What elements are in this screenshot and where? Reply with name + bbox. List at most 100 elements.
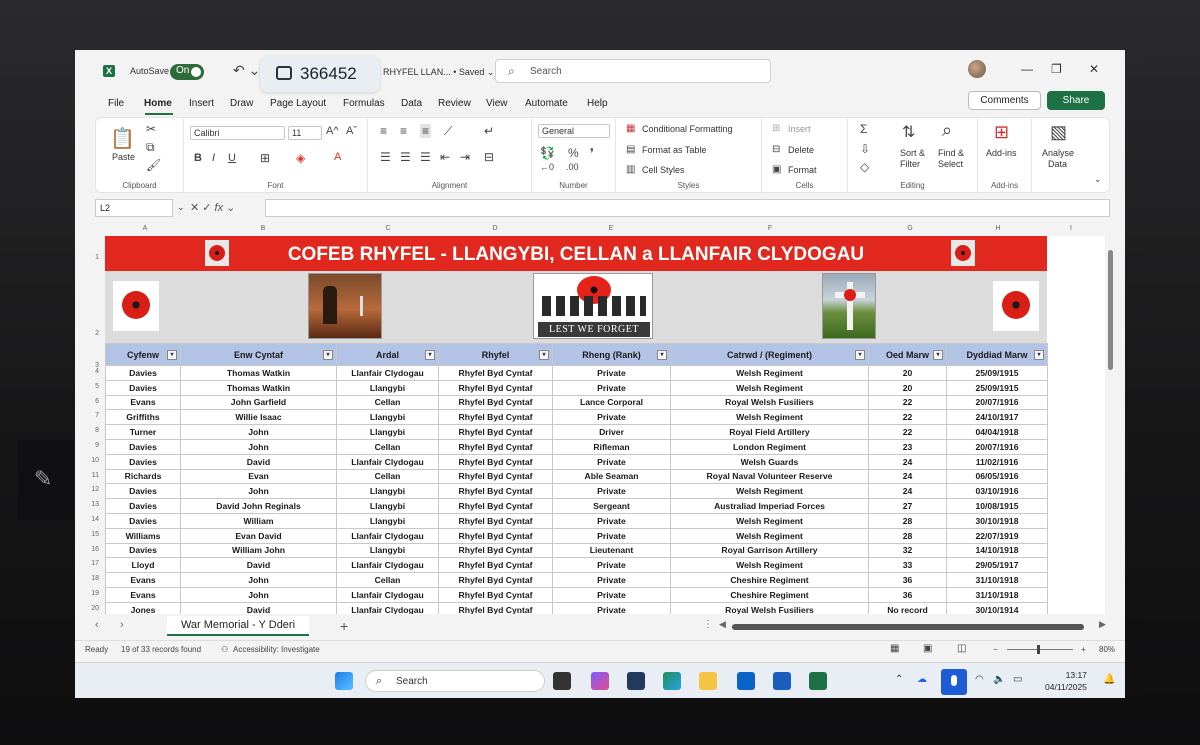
row-number[interactable]: 10	[79, 457, 99, 464]
table-cell[interactable]: Private	[552, 572, 671, 588]
table-cell[interactable]: Welsh Regiment	[670, 527, 869, 544]
system-clock[interactable]: 13:17 04/11/2025	[1045, 669, 1087, 693]
horizontal-scroll-thumb[interactable]	[732, 624, 1084, 630]
column-header-a[interactable]: A	[143, 225, 148, 232]
copy-icon[interactable]: ⧉	[146, 140, 155, 155]
column-header-cell[interactable]: Rhyfel ▾	[438, 343, 553, 366]
share-button[interactable]: Share	[1047, 91, 1105, 110]
bold-icon[interactable]: B	[194, 152, 202, 164]
table-cell[interactable]: Davies	[105, 483, 181, 500]
delete-cells-button[interactable]: Delete	[788, 145, 814, 155]
vertical-scrollbar[interactable]	[1107, 236, 1115, 614]
table-cell[interactable]: 24/10/1917	[946, 409, 1048, 426]
volume-icon[interactable]: 🔈	[993, 674, 1005, 685]
table-cell[interactable]: Private	[552, 409, 671, 426]
fill-icon[interactable]: ⇩	[860, 142, 870, 156]
table-cell[interactable]: 30/10/1914	[946, 601, 1048, 614]
table-cell[interactable]: 14/10/1918	[946, 542, 1048, 559]
task-view-icon[interactable]	[553, 672, 571, 690]
autosum-icon[interactable]: Σ	[860, 122, 867, 136]
table-cell[interactable]: 20/07/1916	[946, 438, 1048, 455]
table-cell[interactable]: Llanfair Clydogau	[336, 601, 439, 614]
table-cell[interactable]: 04/04/1918	[946, 424, 1048, 440]
microsoft-365-icon[interactable]	[591, 672, 609, 690]
orientation-icon[interactable]: ⟋	[444, 124, 452, 139]
table-cell[interactable]: Cellan	[336, 438, 439, 455]
column-header-e[interactable]: E	[609, 225, 614, 232]
table-cell[interactable]: Rhyfel Byd Cyntaf	[438, 365, 553, 381]
filter-dropdown-icon[interactable]: ▾	[657, 350, 667, 360]
table-cell[interactable]: Rifleman	[552, 438, 671, 455]
scroll-left-icon[interactable]: ◀	[719, 619, 726, 630]
table-cell[interactable]: Sergeant	[552, 498, 671, 514]
table-cell[interactable]: John	[180, 586, 337, 603]
undo-icon[interactable]: ↶ ⌄	[233, 62, 260, 79]
insert-cells-button[interactable]: Insert	[788, 124, 811, 134]
paste-label[interactable]: Paste	[112, 152, 135, 162]
table-cell[interactable]: Davies	[105, 379, 181, 396]
normal-view-icon[interactable]: ▦	[890, 643, 899, 654]
increase-indent-icon[interactable]: ⇥	[460, 150, 470, 164]
table-cell[interactable]: 32	[868, 542, 947, 559]
poppy-image[interactable]	[113, 281, 159, 331]
store-icon[interactable]	[627, 672, 645, 690]
table-cell[interactable]: 27	[868, 498, 947, 514]
table-cell[interactable]: 20/07/1916	[946, 394, 1048, 411]
format-as-table-button[interactable]: Format as Table	[642, 145, 706, 155]
table-cell[interactable]: 36	[868, 586, 947, 603]
table-cell[interactable]: Driver	[552, 424, 671, 440]
filter-dropdown-icon[interactable]: ▾	[167, 350, 177, 360]
table-cell[interactable]: Llangybi	[336, 379, 439, 396]
memorial-cross-image[interactable]	[822, 273, 876, 339]
column-header-i[interactable]: I	[1070, 225, 1072, 232]
table-cell[interactable]: Davies	[105, 365, 181, 381]
sheet-tab-war-memorial[interactable]: War Memorial - Y Dderi	[167, 616, 309, 636]
name-box[interactable]: L2	[95, 199, 173, 217]
file-explorer-icon[interactable]	[699, 672, 717, 690]
align-bottom-icon[interactable]: ≡	[420, 124, 432, 138]
table-cell[interactable]: Rhyfel Byd Cyntaf	[438, 483, 553, 500]
page-layout-view-icon[interactable]: ▣	[923, 643, 932, 654]
autosave-toggle[interactable]: On	[170, 64, 204, 80]
filter-label[interactable]: Filter	[900, 159, 920, 169]
conditional-formatting-icon[interactable]: ▦	[626, 123, 635, 134]
windows-start-icon[interactable]	[335, 672, 353, 690]
align-left-icon[interactable]: ☰	[380, 150, 391, 164]
table-cell[interactable]: John	[180, 483, 337, 500]
table-cell[interactable]: Private	[552, 527, 671, 544]
table-cell[interactable]: Thomas Watkin	[180, 365, 337, 381]
table-cell[interactable]: Llanfair Clydogau	[336, 586, 439, 603]
table-cell[interactable]: 28	[868, 512, 947, 529]
addins-icon[interactable]: ⊞	[994, 122, 1009, 143]
avatar[interactable]	[968, 60, 986, 78]
font-color-icon[interactable]: A	[334, 151, 341, 163]
table-cell[interactable]: Welsh Guards	[670, 453, 869, 470]
table-cell[interactable]: Llangybi	[336, 483, 439, 500]
row-number[interactable]: 2	[79, 330, 99, 337]
table-cell[interactable]: London Regiment	[670, 438, 869, 455]
page-break-view-icon[interactable]: ◫	[957, 643, 966, 654]
outlook-icon[interactable]	[737, 672, 755, 690]
table-cell[interactable]: 30/10/1918	[946, 512, 1048, 529]
column-header-c[interactable]: C	[385, 225, 390, 232]
next-sheet-icon[interactable]: ›	[120, 619, 124, 631]
table-cell[interactable]: Rhyfel Byd Cyntaf	[438, 601, 553, 614]
table-cell[interactable]: David	[180, 557, 337, 574]
zoom-level[interactable]: 80%	[1099, 645, 1115, 654]
table-cell[interactable]: Cheshire Regiment	[670, 572, 869, 588]
font-shrink-icon[interactable]: Aˇ	[346, 125, 357, 137]
table-cell[interactable]: Rhyfel Byd Cyntaf	[438, 394, 553, 411]
table-cell[interactable]: Cellan	[336, 572, 439, 588]
column-header-cell[interactable]: Rheng (Rank) ▾	[552, 343, 671, 366]
analyse-label-2[interactable]: Data	[1048, 159, 1067, 169]
table-cell[interactable]: Welsh Regiment	[670, 379, 869, 396]
column-header-cell[interactable]: Cyfenw ▾	[105, 343, 181, 366]
restore-icon[interactable]: ❐	[1051, 62, 1062, 76]
onedrive-icon[interactable]: ☁	[917, 674, 927, 685]
table-cell[interactable]: Thomas Watkin	[180, 379, 337, 396]
word-icon[interactable]	[773, 672, 791, 690]
table-cell[interactable]: Llangybi	[336, 498, 439, 514]
format-cells-button[interactable]: Format	[788, 165, 817, 175]
table-cell[interactable]: Royal Naval Volunteer Reserve	[670, 468, 869, 485]
decrease-decimal-icon[interactable]: .00	[566, 162, 579, 172]
